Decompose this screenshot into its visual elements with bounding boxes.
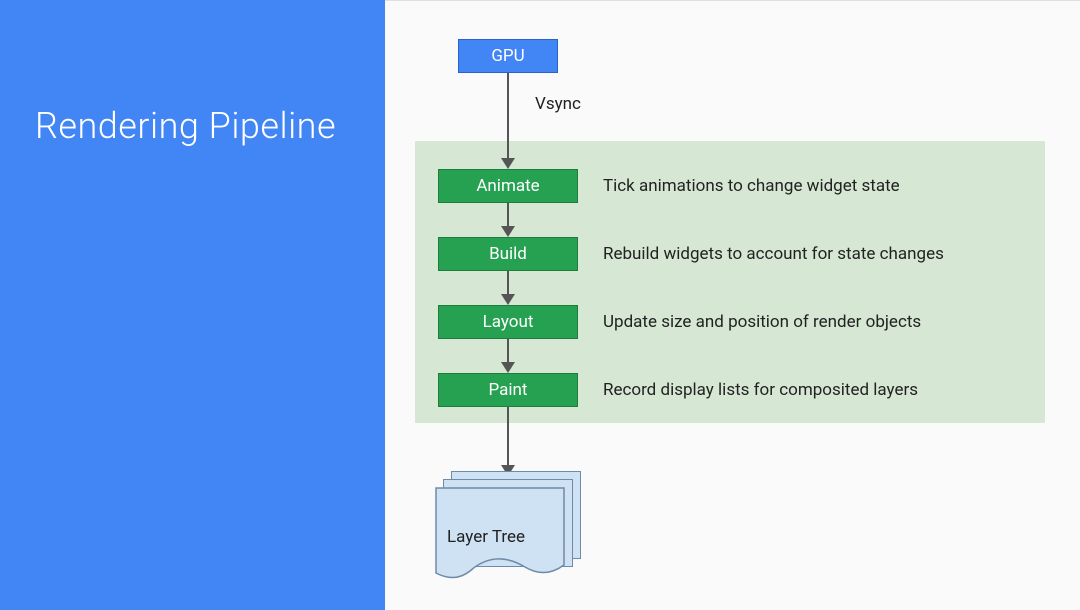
stage-box-layout: Layout — [438, 305, 578, 339]
arrowhead-icon — [501, 226, 515, 237]
stage-desc-animate: Tick animations to change widget state — [603, 176, 900, 196]
arrow-animate-to-build — [507, 203, 509, 226]
stage-desc-paint: Record display lists for composited laye… — [603, 380, 918, 400]
arrow-gpu-to-animate — [507, 73, 509, 158]
arrow-layout-to-paint — [507, 339, 509, 362]
stage-label: Layout — [483, 312, 534, 332]
stage-desc-build: Rebuild widgets to account for state cha… — [603, 244, 944, 264]
layer-tree-label: Layer Tree — [447, 527, 525, 547]
sidebar: Rendering Pipeline — [0, 0, 385, 610]
stage-animate: Animate Tick animations to change widget… — [438, 169, 900, 203]
arrowhead-icon — [501, 362, 515, 373]
stage-build: Build Rebuild widgets to account for sta… — [438, 237, 944, 271]
stage-label: Animate — [476, 176, 539, 196]
stage-label: Paint — [489, 380, 528, 400]
gpu-node-label: GPU — [491, 46, 524, 66]
arrowhead-icon — [501, 294, 515, 305]
stage-box-build: Build — [438, 237, 578, 271]
gpu-node: GPU — [458, 39, 558, 73]
arrow-paint-to-layertree — [507, 407, 509, 465]
stage-label: Build — [489, 244, 527, 264]
diagram-canvas: GPU Vsync Animate Tick animations to cha… — [385, 0, 1080, 610]
arrowhead-icon — [501, 158, 515, 169]
arrow-build-to-layout — [507, 271, 509, 294]
stage-paint: Paint Record display lists for composite… — [438, 373, 918, 407]
layer-tree-node: Layer Tree — [435, 471, 580, 581]
stage-desc-layout: Update size and position of render objec… — [603, 312, 921, 332]
vsync-edge-label: Vsync — [535, 94, 581, 114]
stage-layout: Layout Update size and position of rende… — [438, 305, 921, 339]
slide-title: Rendering Pipeline — [35, 105, 385, 147]
stage-box-animate: Animate — [438, 169, 578, 203]
stage-box-paint: Paint — [438, 373, 578, 407]
